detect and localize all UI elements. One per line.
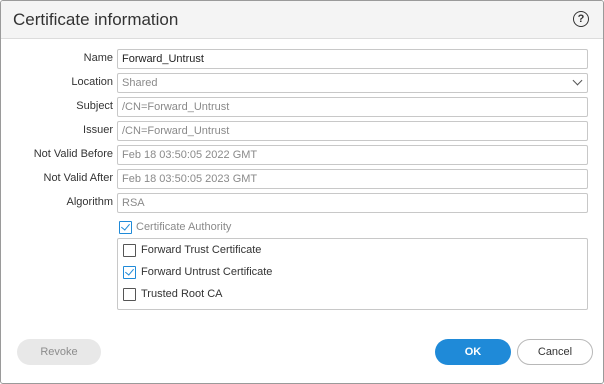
algorithm-label: Algorithm bbox=[66, 196, 113, 208]
issuer-field: /CN=Forward_Untrust bbox=[117, 121, 588, 141]
not-valid-before-field: Feb 18 03:50:05 2022 GMT bbox=[117, 145, 588, 165]
revoke-button[interactable]: Revoke bbox=[17, 339, 101, 365]
name-row: Name Forward_Untrust bbox=[1, 49, 603, 69]
help-icon[interactable]: ? bbox=[573, 11, 589, 27]
dialog-title: Certificate information bbox=[13, 10, 179, 29]
forward-untrust-label: Forward Untrust Certificate bbox=[141, 266, 273, 278]
forward-trust-checkbox[interactable] bbox=[123, 244, 136, 257]
not-valid-after-field: Feb 18 03:50:05 2023 GMT bbox=[117, 169, 588, 189]
issuer-row: Issuer /CN=Forward_Untrust bbox=[1, 121, 603, 141]
trusted-root-ca-label: Trusted Root CA bbox=[141, 288, 223, 300]
trusted-root-ca-checkbox[interactable] bbox=[123, 288, 136, 301]
subject-value: /CN=Forward_Untrust bbox=[122, 101, 230, 113]
location-select[interactable]: Shared bbox=[117, 73, 588, 93]
dialog-titlebar: Certificate information ? bbox=[1, 1, 603, 39]
chevron-down-icon bbox=[572, 75, 583, 86]
not-valid-before-label: Not Valid Before bbox=[33, 148, 113, 160]
certificate-options-box: Forward Trust Certificate Forward Untrus… bbox=[117, 238, 588, 310]
name-value: Forward_Untrust bbox=[122, 53, 204, 65]
subject-field: /CN=Forward_Untrust bbox=[117, 97, 588, 117]
cancel-button[interactable]: Cancel bbox=[517, 339, 593, 365]
algorithm-value: RSA bbox=[122, 197, 145, 209]
certificate-authority-checkbox bbox=[119, 221, 132, 234]
name-field[interactable]: Forward_Untrust bbox=[117, 49, 588, 69]
subject-label: Subject bbox=[76, 100, 113, 112]
ok-button[interactable]: OK bbox=[435, 339, 511, 365]
name-label: Name bbox=[83, 52, 113, 64]
not-valid-after-row: Not Valid After Feb 18 03:50:05 2023 GMT bbox=[1, 169, 603, 189]
issuer-label: Issuer bbox=[83, 124, 113, 136]
not-valid-after-value: Feb 18 03:50:05 2023 GMT bbox=[122, 173, 258, 185]
certificate-info-dialog: Certificate information ? Name Forward_U… bbox=[0, 0, 604, 384]
location-row: Location Shared bbox=[1, 73, 603, 93]
issuer-value: /CN=Forward_Untrust bbox=[122, 125, 230, 137]
algorithm-row: Algorithm RSA bbox=[1, 193, 603, 213]
not-valid-before-value: Feb 18 03:50:05 2022 GMT bbox=[122, 149, 258, 161]
subject-row: Subject /CN=Forward_Untrust bbox=[1, 97, 603, 117]
not-valid-after-label: Not Valid After bbox=[43, 172, 114, 184]
location-label: Location bbox=[71, 76, 113, 88]
location-value: Shared bbox=[122, 77, 158, 89]
not-valid-before-row: Not Valid Before Feb 18 03:50:05 2022 GM… bbox=[1, 145, 603, 165]
algorithm-field: RSA bbox=[117, 193, 588, 213]
certificate-authority-label: Certificate Authority bbox=[136, 221, 232, 233]
forward-untrust-checkbox[interactable] bbox=[123, 266, 136, 279]
forward-trust-label: Forward Trust Certificate bbox=[141, 244, 262, 256]
